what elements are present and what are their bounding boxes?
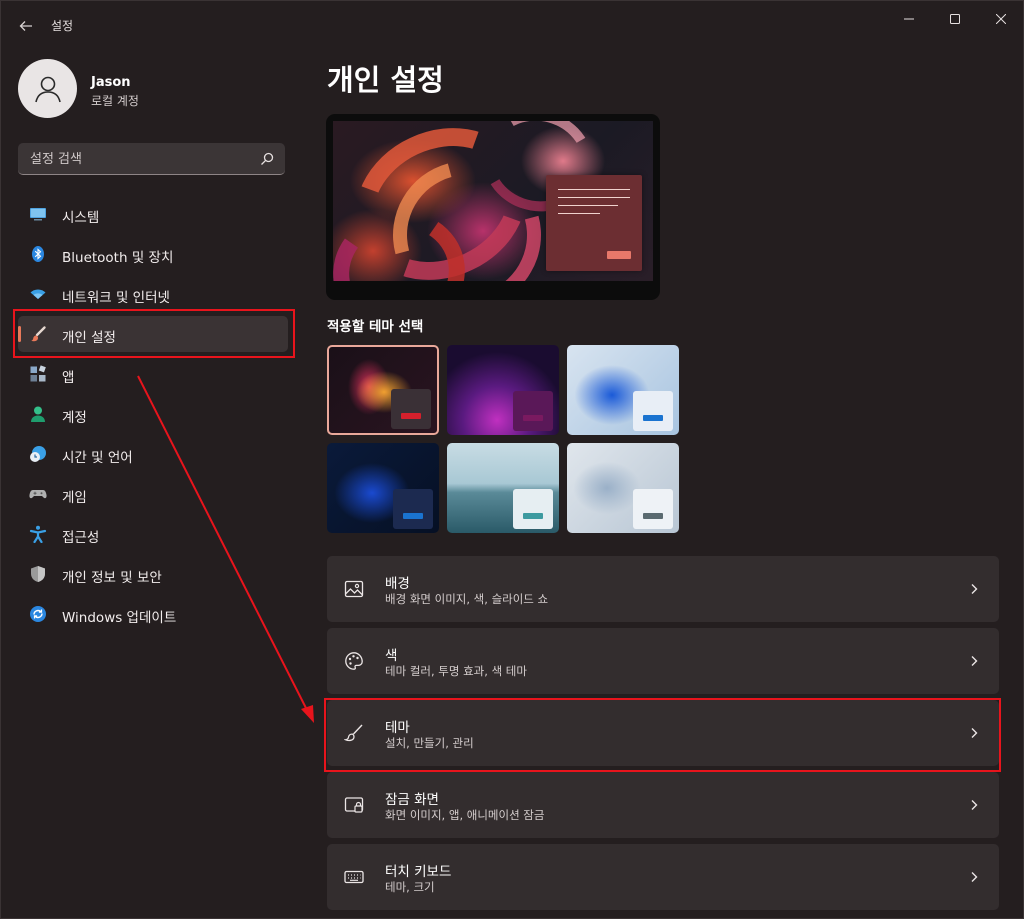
theme-section-label: 적용할 테마 선택 xyxy=(327,319,424,335)
card-desc: 화면 이미지, 앱, 애니메이션 잠금 xyxy=(385,808,545,822)
sidebar-item-accounts[interactable]: 계정 xyxy=(18,396,288,432)
theme-captured-motion[interactable] xyxy=(447,443,559,533)
background-card[interactable]: 배경 배경 화면 이미지, 색, 슬라이드 쇼 xyxy=(327,556,999,622)
keyboard-icon xyxy=(344,870,364,884)
card-desc: 테마, 크기 xyxy=(385,880,435,894)
maximize-icon xyxy=(950,14,960,24)
theme-preview xyxy=(326,114,660,300)
maximize-button[interactable] xyxy=(932,6,978,32)
wifi-icon xyxy=(30,289,46,299)
theme-sunrise[interactable] xyxy=(567,443,679,533)
theme-glow-red[interactable] xyxy=(327,345,439,435)
themes-card[interactable]: 테마 설치, 만들기, 관리 xyxy=(327,700,999,766)
search-input[interactable] xyxy=(28,143,252,175)
chevron-right-icon xyxy=(971,656,978,666)
apps-icon xyxy=(30,365,46,382)
chevron-right-icon xyxy=(971,872,978,882)
clock-globe-icon xyxy=(30,446,46,462)
sidebar-item-windows-update[interactable]: Windows 업데이트 xyxy=(18,596,288,632)
search-icon[interactable] xyxy=(259,151,275,167)
palette-icon xyxy=(345,652,363,670)
sidebar-item-label: 개인 정보 및 보안 xyxy=(62,570,162,586)
preview-wallpaper xyxy=(333,121,653,281)
avatar[interactable] xyxy=(18,59,77,118)
minimize-icon xyxy=(904,18,914,20)
colors-card[interactable]: 색 테마 컬러, 투명 효과, 색 테마 xyxy=(327,628,999,694)
close-button[interactable] xyxy=(978,6,1023,32)
card-desc: 테마 컬러, 투명 효과, 색 테마 xyxy=(385,664,527,678)
theme-mini-window xyxy=(633,489,673,529)
sidebar-nav: 시스템 Bluetooth 및 장치 네트워크 및 인터넷 개인 설정 앱 계정… xyxy=(18,196,288,636)
account-type: 로컬 계정 xyxy=(91,94,139,108)
sidebar-item-label: 게임 xyxy=(62,490,87,506)
card-desc: 설치, 만들기, 관리 xyxy=(385,736,474,750)
account-icon xyxy=(31,406,45,422)
theme-mini-window xyxy=(393,489,433,529)
search-box[interactable] xyxy=(18,143,285,175)
accessibility-icon xyxy=(29,525,47,543)
card-title: 배경 xyxy=(385,576,410,592)
sidebar-item-time-language[interactable]: 시간 및 언어 xyxy=(18,436,288,472)
sidebar-item-bluetooth[interactable]: Bluetooth 및 장치 xyxy=(18,236,288,272)
theme-mini-window xyxy=(513,391,553,431)
lock-screen-icon xyxy=(344,797,364,813)
close-icon xyxy=(996,14,1006,24)
sidebar-item-label: Bluetooth 및 장치 xyxy=(62,250,174,266)
paintbrush-icon xyxy=(344,724,363,742)
sidebar-item-label: 계정 xyxy=(62,410,87,426)
profile-name: Jason xyxy=(91,75,131,90)
window-title: 설정 xyxy=(51,19,74,33)
sidebar-item-label: 네트워크 및 인터넷 xyxy=(62,290,170,306)
touch-keyboard-card[interactable]: 터치 키보드 테마, 크기 xyxy=(327,844,999,910)
sidebar-item-label: 개인 설정 xyxy=(62,330,116,346)
image-icon xyxy=(344,580,364,598)
gamepad-icon xyxy=(29,490,47,499)
card-title: 색 xyxy=(385,648,398,664)
sidebar-item-label: 접근성 xyxy=(62,530,100,546)
person-icon xyxy=(34,76,61,102)
card-desc: 배경 화면 이미지, 색, 슬라이드 쇼 xyxy=(385,592,549,606)
card-title: 터치 키보드 xyxy=(385,864,452,880)
sidebar-item-label: Windows 업데이트 xyxy=(62,610,177,626)
chevron-right-icon xyxy=(971,728,978,738)
monitor-icon xyxy=(30,208,46,221)
sidebar-item-gaming[interactable]: 게임 xyxy=(18,476,288,512)
theme-windows-light[interactable] xyxy=(567,345,679,435)
theme-mini-window xyxy=(513,489,553,529)
sidebar-item-network[interactable]: 네트워크 및 인터넷 xyxy=(18,276,288,312)
shield-icon xyxy=(31,566,45,582)
chevron-right-icon xyxy=(971,800,978,810)
back-arrow-icon xyxy=(19,21,32,31)
sidebar-item-label: 시스템 xyxy=(62,210,100,226)
back-button[interactable] xyxy=(15,15,37,37)
chevron-right-icon xyxy=(971,584,978,594)
sidebar-item-accessibility[interactable]: 접근성 xyxy=(18,516,288,552)
sidebar-item-privacy-security[interactable]: 개인 정보 및 보안 xyxy=(18,556,288,592)
card-title: 잠금 화면 xyxy=(385,792,439,808)
sidebar-item-apps[interactable]: 앱 xyxy=(18,356,288,392)
update-icon xyxy=(30,606,46,622)
theme-windows-dark[interactable] xyxy=(327,443,439,533)
sidebar-item-system[interactable]: 시스템 xyxy=(18,196,288,232)
card-title: 테마 xyxy=(385,720,410,736)
page-title: 개인 설정 xyxy=(327,63,444,97)
minimize-button[interactable] xyxy=(886,6,932,32)
bluetooth-icon xyxy=(32,246,44,262)
theme-grid xyxy=(327,345,687,535)
preview-window xyxy=(546,175,642,271)
paintbrush-icon xyxy=(31,326,46,342)
theme-mini-window xyxy=(391,389,431,429)
settings-window: 설정 Jason 로컬 계정 시스템 xyxy=(0,0,1024,919)
lock-screen-card[interactable]: 잠금 화면 화면 이미지, 앱, 애니메이션 잠금 xyxy=(327,772,999,838)
theme-purple-flow[interactable] xyxy=(447,345,559,435)
theme-mini-window xyxy=(633,391,673,431)
title-bar: 설정 xyxy=(1,1,1023,49)
sidebar-item-personalization[interactable]: 개인 설정 xyxy=(18,316,288,352)
sidebar-item-label: 시간 및 언어 xyxy=(62,450,133,466)
sidebar-item-label: 앱 xyxy=(62,370,75,386)
